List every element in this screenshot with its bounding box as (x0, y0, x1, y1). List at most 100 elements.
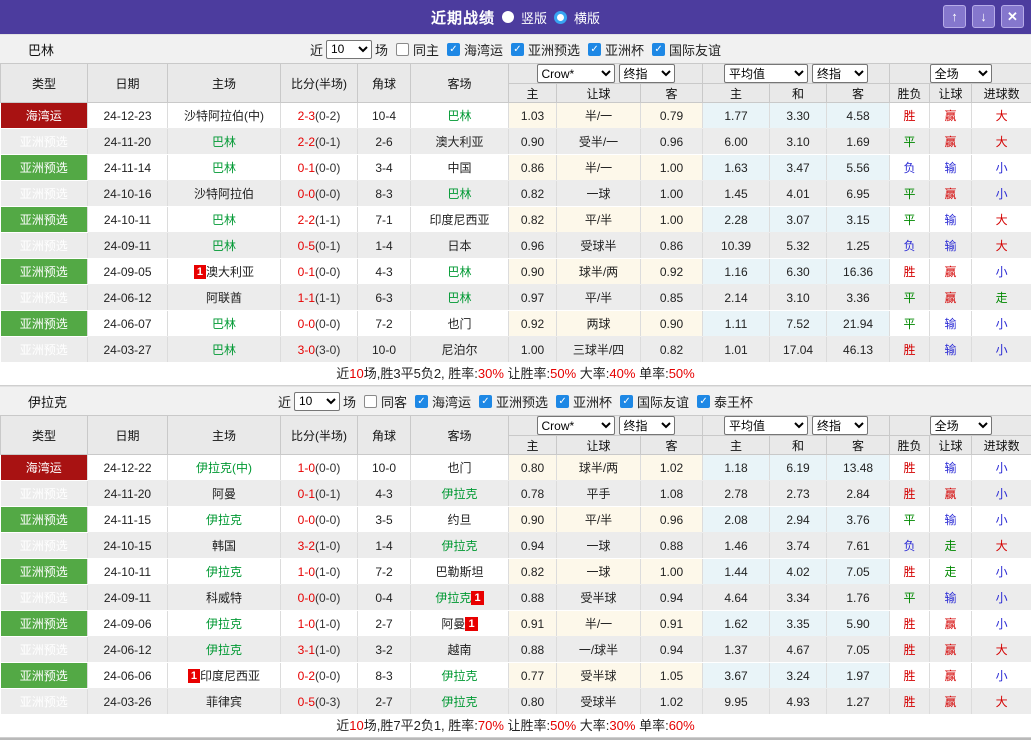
league-label[interactable]: 亚洲预选 (496, 392, 548, 411)
result-flag: 赢 (930, 285, 972, 311)
summary-text: 50% (669, 366, 695, 381)
league-label[interactable]: 亚洲杯 (573, 392, 612, 411)
match-type-badge: 亚洲预选 (1, 533, 88, 559)
odds-time-select[interactable]: 终指 (619, 416, 675, 435)
odds-value: 受半球 (557, 585, 641, 611)
score: 0-0(0-0) (281, 181, 358, 207)
score: 0-0(0-0) (281, 311, 358, 337)
avg-source-select[interactable]: 平均值 (724, 416, 808, 435)
games-count-select[interactable]: 10 (326, 40, 372, 59)
match-type-badge: 海湾运 (1, 103, 88, 129)
result-flag: 小 (972, 337, 1031, 363)
league-checkbox[interactable]: ✓ (447, 43, 460, 56)
summary-text: 10 (349, 718, 363, 733)
odds-value: 3.76 (827, 507, 890, 533)
league-label[interactable]: 亚洲杯 (605, 40, 644, 59)
same-venue-label[interactable]: 同主 (413, 40, 439, 59)
avg-source-select[interactable]: 平均值 (724, 64, 808, 83)
close-button[interactable]: ✕ (1001, 5, 1024, 28)
corner-score: 7-1 (358, 207, 411, 233)
full-score: 0-5 (298, 239, 315, 253)
result-flag: 大 (972, 637, 1031, 663)
away-team: 也门 (411, 455, 509, 481)
same-venue-label[interactable]: 同客 (381, 392, 407, 411)
result-flag: 胜 (890, 337, 930, 363)
filter-controls: 近10场同主✓海湾运✓亚洲预选✓亚洲杯✓国际友谊 (0, 40, 1031, 59)
league-checkbox[interactable]: ✓ (479, 395, 492, 408)
odds-value: 3.36 (827, 285, 890, 311)
league-checkbox[interactable]: ✓ (588, 43, 601, 56)
team-text: 巴林 (212, 239, 236, 253)
home-team: 巴林 (168, 129, 281, 155)
odds-value: 受球半 (557, 689, 641, 715)
vertical-layout-label[interactable]: 竖版 (521, 8, 547, 27)
odds-value: 一/球半 (557, 637, 641, 663)
odds-value: 3.67 (703, 663, 770, 689)
league-checkbox[interactable]: ✓ (620, 395, 633, 408)
half-score: (1-1) (315, 291, 340, 305)
odds-source-select[interactable]: Crow* (537, 416, 615, 435)
odds-value: 0.94 (641, 585, 703, 611)
match-row: 亚洲预选24-11-15伊拉克0-0(0-0)3-5约旦0.90平/半0.962… (1, 507, 1031, 533)
odds-value: 1.97 (827, 663, 890, 689)
scope-select[interactable]: 全场 (930, 64, 992, 83)
home-team: 伊拉克(中) (168, 455, 281, 481)
team-section-2: 伊拉克近10场同客✓海湾运✓亚洲预选✓亚洲杯✓国际友谊✓泰王杯类型日期主场比分(… (0, 386, 1031, 738)
vertical-layout-radio[interactable] (502, 11, 514, 23)
league-label[interactable]: 泰王杯 (714, 392, 753, 411)
move-up-button[interactable]: ↑ (943, 5, 966, 28)
column-header: 角球 (358, 416, 411, 455)
league-label[interactable]: 海湾运 (464, 40, 503, 59)
league-label[interactable]: 亚洲预选 (528, 40, 580, 59)
match-type-badge: 亚洲预选 (1, 181, 88, 207)
match-type-badge: 海湾运 (1, 455, 88, 481)
match-type-badge: 亚洲预选 (1, 559, 88, 585)
match-date: 24-11-15 (88, 507, 168, 533)
league-checkbox[interactable]: ✓ (652, 43, 665, 56)
scope-select[interactable]: 全场 (930, 416, 992, 435)
match-date: 24-09-06 (88, 611, 168, 637)
scope-select-group: 全场 (890, 416, 1031, 436)
avg-time-select[interactable]: 终指 (812, 64, 868, 83)
team-sections: 巴林近10场同主✓海湾运✓亚洲预选✓亚洲杯✓国际友谊类型日期主场比分(半场)角球… (0, 34, 1031, 738)
league-label[interactable]: 国际友谊 (669, 40, 721, 59)
home-team: 伊拉克 (168, 637, 281, 663)
league-checkbox[interactable]: ✓ (415, 395, 428, 408)
result-flag: 赢 (930, 611, 972, 637)
results-table: 类型日期主场比分(半场)角球客场Crow*终指平均值终指全场主让球客主和客胜负让… (0, 63, 1031, 363)
league-checkbox[interactable]: ✓ (556, 395, 569, 408)
league-label[interactable]: 国际友谊 (637, 392, 689, 411)
match-row: 亚洲预选24-10-15韩国3-2(1-0)1-4伊拉克0.94一球0.881.… (1, 533, 1031, 559)
half-score: (1-0) (315, 565, 340, 579)
column-header: 类型 (1, 64, 88, 103)
odds-value: 1.00 (641, 181, 703, 207)
same-venue-checkbox[interactable] (396, 43, 409, 56)
odds-time-select[interactable]: 终指 (619, 64, 675, 83)
result-flag: 小 (972, 311, 1031, 337)
match-row: 亚洲预选24-11-20阿曼0-1(0-1)4-3伊拉克0.78平手1.082.… (1, 481, 1031, 507)
odds-source-select[interactable]: Crow* (537, 64, 615, 83)
move-down-button[interactable]: ↓ (972, 5, 995, 28)
result-flag: 平 (890, 285, 930, 311)
result-flag: 平 (890, 207, 930, 233)
games-count-select[interactable]: 10 (294, 392, 340, 411)
half-score: (1-1) (315, 213, 340, 227)
half-score: (0-0) (315, 591, 340, 605)
odds-value: 6.19 (770, 455, 827, 481)
league-label[interactable]: 海湾运 (432, 392, 471, 411)
horizontal-layout-radio[interactable] (554, 11, 567, 24)
team-text: 科威特 (206, 591, 242, 605)
full-score: 0-0 (298, 317, 315, 331)
match-date: 24-10-15 (88, 533, 168, 559)
full-score: 1-1 (298, 291, 315, 305)
horizontal-layout-label[interactable]: 横版 (574, 8, 600, 27)
league-checkbox[interactable]: ✓ (511, 43, 524, 56)
result-flag: 小 (972, 259, 1031, 285)
odds-value: 半/一 (557, 103, 641, 129)
avg-time-select[interactable]: 终指 (812, 416, 868, 435)
league-checkbox[interactable]: ✓ (697, 395, 710, 408)
same-venue-checkbox[interactable] (364, 395, 377, 408)
match-type-badge: 亚洲预选 (1, 207, 88, 233)
corner-score: 1-4 (358, 233, 411, 259)
summary-text: 40% (609, 366, 635, 381)
